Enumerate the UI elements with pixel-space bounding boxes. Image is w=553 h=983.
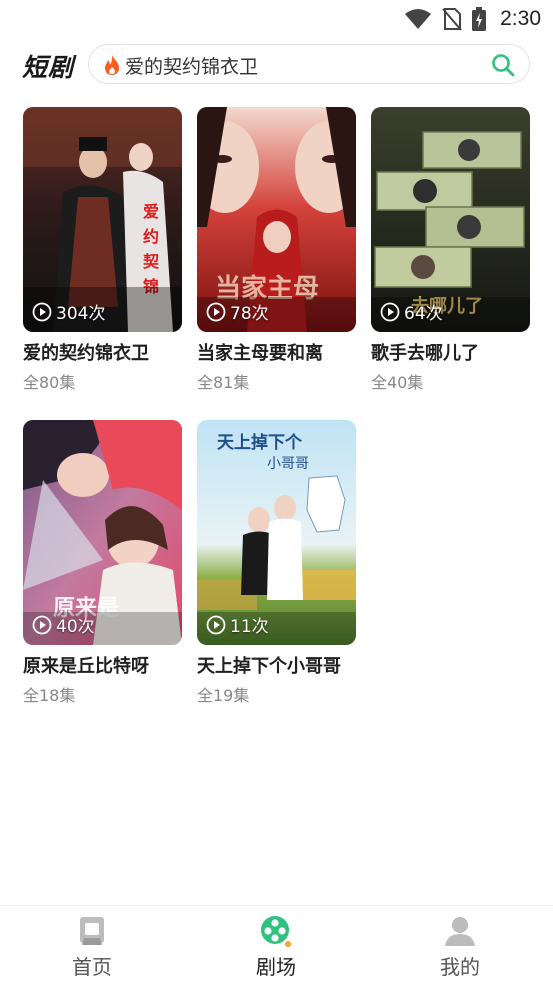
- drama-card[interactable]: 天上掉下个 小哥哥 11次 天上掉下个小哥哥 全19集: [197, 420, 356, 710]
- status-bar: 2:30: [0, 0, 553, 38]
- search-icon[interactable]: [491, 53, 515, 77]
- drama-title[interactable]: 天上掉下个小哥哥: [197, 652, 341, 678]
- search-bar[interactable]: 爱的契约锦衣卫: [88, 44, 530, 84]
- drama-cover[interactable]: 去哪儿了 64次: [371, 107, 530, 332]
- nav-label: 我的: [440, 955, 480, 979]
- search-hint: 爱的契约锦衣卫: [125, 56, 259, 78]
- nav-home[interactable]: 首页: [37, 914, 147, 983]
- nav-label: 首页: [72, 955, 112, 979]
- drama-card[interactable]: 爱 约 契 锦 304次 爱的契约锦衣卫 全80集: [23, 107, 182, 397]
- play-count: 11次: [206, 612, 269, 637]
- svg-text:天上掉下个: 天上掉下个: [217, 432, 303, 453]
- drama-card[interactable]: 原来是 40次 原来是丘比特呀 全18集: [23, 420, 182, 710]
- play-icon: [206, 302, 226, 321]
- svg-text:约: 约: [143, 227, 159, 246]
- wifi-icon: [405, 9, 432, 29]
- no-sim-icon: [442, 8, 462, 31]
- play-count-value: 78次: [230, 304, 269, 324]
- play-count: 304次: [32, 299, 105, 324]
- status-icons: 2:30: [404, 4, 541, 34]
- nav-theater[interactable]: 剧场: [221, 914, 331, 983]
- play-count-value: 40次: [56, 617, 95, 637]
- svg-text:爱: 爱: [143, 202, 159, 221]
- play-count: 64次: [380, 299, 443, 324]
- home-icon: [80, 917, 104, 945]
- header: 短剧 爱的契约锦衣卫: [0, 44, 553, 86]
- status-time: 2:30: [500, 7, 541, 30]
- bottom-nav: 首页 剧场 我的: [0, 905, 553, 983]
- drama-title[interactable]: 原来是丘比特呀: [23, 652, 149, 678]
- play-count-value: 11次: [230, 617, 269, 637]
- profile-icon: [445, 917, 475, 946]
- episode-count: 全19集: [197, 686, 250, 705]
- battery-charging-icon: [472, 7, 487, 31]
- fire-icon: [105, 55, 119, 75]
- drama-cover[interactable]: 爱 约 契 锦 304次: [23, 107, 182, 332]
- nav-profile[interactable]: 我的: [405, 914, 515, 983]
- drama-title[interactable]: 当家主母要和离: [197, 339, 323, 365]
- nav-label: 剧场: [256, 955, 296, 979]
- play-count-value: 64次: [404, 304, 443, 324]
- play-count: 78次: [206, 299, 269, 324]
- play-icon: [380, 302, 400, 321]
- episode-count: 全81集: [197, 373, 250, 392]
- svg-text:契: 契: [142, 252, 160, 271]
- drama-card[interactable]: 当家主母 78次 当家主母要和离 全81集: [197, 107, 356, 397]
- play-icon: [206, 615, 226, 634]
- play-icon: [32, 615, 52, 634]
- drama-cover[interactable]: 当家主母 78次: [197, 107, 356, 332]
- svg-text:小哥哥: 小哥哥: [267, 456, 309, 472]
- drama-title[interactable]: 爱的契约锦衣卫: [23, 339, 149, 365]
- episode-count: 全18集: [23, 686, 76, 705]
- episode-count: 全80集: [23, 373, 76, 392]
- brand-title: 短剧: [22, 53, 75, 82]
- drama-title[interactable]: 歌手去哪儿了: [371, 339, 479, 365]
- theater-icon: [261, 916, 291, 947]
- drama-card[interactable]: 去哪儿了 64次 歌手去哪儿了 全40集: [371, 107, 530, 397]
- play-icon: [32, 302, 52, 321]
- drama-cover[interactable]: 天上掉下个 小哥哥 11次: [197, 420, 356, 645]
- play-count: 40次: [32, 612, 95, 637]
- drama-cover[interactable]: 原来是 40次: [23, 420, 182, 645]
- episode-count: 全40集: [371, 373, 424, 392]
- play-count-value: 304次: [56, 304, 106, 324]
